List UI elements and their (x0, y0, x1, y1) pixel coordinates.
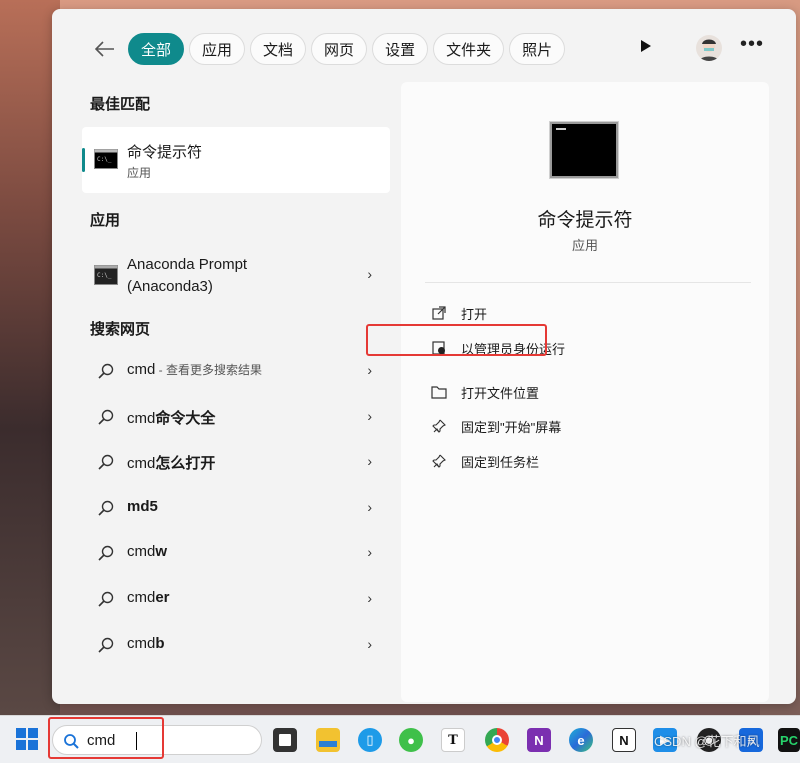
windows-start-icon[interactable] (16, 728, 38, 750)
action-open-file-location[interactable]: 打开文件位置 (431, 380, 539, 404)
search-icon (98, 363, 114, 384)
filter-folders[interactable]: 文件夹 (433, 33, 505, 65)
divider (425, 282, 751, 283)
filter-settings[interactable]: 设置 (372, 33, 429, 65)
detail-type: 应用 (571, 238, 598, 253)
pycharm-icon[interactable]: PC (778, 728, 800, 752)
avatar[interactable] (696, 35, 722, 61)
svg-text:C:\_: C:\_ (97, 272, 112, 279)
action-pin-start-label: 固定到"开始"屏幕 (461, 419, 562, 435)
pin-icon (431, 418, 447, 434)
web-result-6[interactable]: cmdb › (82, 623, 390, 667)
anaconda-prompt-icon: C:\_ (94, 265, 118, 290)
best-match-heading: 最佳匹配 (90, 96, 151, 113)
cmd-icon: C:\_ (94, 149, 118, 174)
more-options-icon[interactable]: ••• (740, 33, 764, 56)
web-result-0[interactable]: cmd - 查看更多搜索结果 › (82, 349, 390, 393)
query-prefix: cmd (127, 410, 156, 427)
query-suffix: w (155, 543, 168, 560)
best-match-item[interactable]: C:\_ 命令提示符 应用 (82, 127, 390, 193)
action-pin-taskbar[interactable]: 固定到任务栏 (431, 449, 539, 473)
filter-photos[interactable]: 照片 (509, 33, 566, 65)
filter-documents[interactable]: 文档 (250, 33, 307, 65)
web-result-4[interactable]: cmdw › (82, 531, 390, 575)
web-heading: 搜索网页 (90, 321, 151, 338)
detail-pane: 命令提示符 应用 打开 以管理员身份运行 打开文件位置 固定到"开始"屏幕 固定… (401, 82, 769, 702)
web-result-2[interactable]: cmd怎么打开 › (82, 440, 390, 484)
wallpaper-left (0, 0, 60, 715)
highlight-box-admin (366, 324, 547, 356)
action-open-file-location-label: 打开文件位置 (461, 385, 540, 401)
action-open-label: 打开 (461, 306, 488, 322)
web-result-5[interactable]: cmder › (82, 577, 390, 621)
query-prefix: cmd (127, 543, 156, 560)
onenote-icon[interactable]: N (527, 728, 551, 752)
search-icon (98, 591, 114, 612)
typora-icon[interactable]: T (441, 728, 465, 752)
best-match-name: 命令提示符 (127, 144, 203, 161)
query-prefix: cmd (127, 455, 156, 472)
query-suffix: er (155, 589, 170, 606)
query-suffix: b (155, 635, 165, 652)
action-pin-start[interactable]: 固定到"开始"屏幕 (431, 414, 561, 438)
apps-heading: 应用 (90, 212, 121, 229)
pin-icon (431, 453, 447, 469)
wechat-icon[interactable]: ● (399, 728, 423, 752)
search-icon (98, 500, 114, 521)
folder-icon (431, 384, 447, 400)
svg-text:C:\_: C:\_ (97, 156, 112, 163)
detail-name: 命令提示符 (537, 210, 633, 231)
query-suffix: 怎么打开 (155, 455, 216, 472)
filter-bar: 全部 应用 文档 网页 设置 文件夹 照片 (92, 33, 570, 65)
filter-all[interactable]: 全部 (128, 33, 185, 65)
play-icon[interactable] (640, 39, 652, 58)
app-name-line2: (Anaconda3) (127, 278, 213, 295)
task-view-icon[interactable] (273, 728, 297, 752)
app-item-anaconda-prompt[interactable]: C:\_ Anaconda Prompt (Anaconda3) › (82, 246, 390, 306)
start-search-panel: 全部 应用 文档 网页 设置 文件夹 照片 ••• 最佳匹配 C:\_ 命令提示… (52, 9, 796, 704)
filter-web[interactable]: 网页 (311, 33, 368, 65)
chevron-right-icon[interactable]: › (367, 453, 372, 469)
chrome-icon[interactable] (485, 728, 509, 752)
action-pin-taskbar-label: 固定到任务栏 (461, 454, 540, 470)
query-hint: - 查看更多搜索结果 (155, 363, 263, 377)
app-name-line1: Anaconda Prompt (127, 256, 248, 273)
chevron-right-icon[interactable]: › (367, 362, 372, 378)
highlight-box-search (48, 717, 164, 759)
cmd-large-icon (550, 122, 618, 178)
chevron-right-icon[interactable]: › (367, 499, 372, 515)
chevron-right-icon[interactable]: › (367, 636, 372, 652)
query-prefix: cmd (127, 361, 156, 378)
watermark-text: CSDN @花下和风 (654, 734, 760, 749)
web-result-3[interactable]: md5 › (82, 486, 390, 530)
action-open[interactable]: 打开 (431, 301, 487, 325)
best-match-type: 应用 (127, 166, 152, 180)
selection-indicator (82, 148, 85, 172)
edge-icon[interactable]: e (569, 728, 593, 752)
chevron-right-icon[interactable]: › (367, 544, 372, 560)
query-suffix: 命令大全 (155, 410, 216, 427)
query-prefix: cmd (127, 589, 156, 606)
query-prefix: cmd (127, 635, 156, 652)
chevron-right-icon[interactable]: › (367, 590, 372, 606)
search-icon (98, 637, 114, 658)
query-suffix: md5 (127, 498, 158, 515)
back-arrow-icon[interactable] (92, 36, 118, 62)
file-explorer-icon[interactable] (316, 728, 340, 752)
books-app-icon[interactable]: ▯ (358, 728, 382, 752)
chevron-right-icon[interactable]: › (367, 408, 372, 424)
open-external-icon (431, 305, 447, 321)
filter-apps[interactable]: 应用 (189, 33, 246, 65)
notion-icon[interactable]: N (612, 728, 636, 752)
chevron-right-icon[interactable]: › (367, 266, 372, 282)
search-icon (98, 454, 114, 475)
web-result-1[interactable]: cmd命令大全 › (82, 395, 390, 439)
search-icon (98, 409, 114, 430)
search-icon (98, 545, 114, 566)
